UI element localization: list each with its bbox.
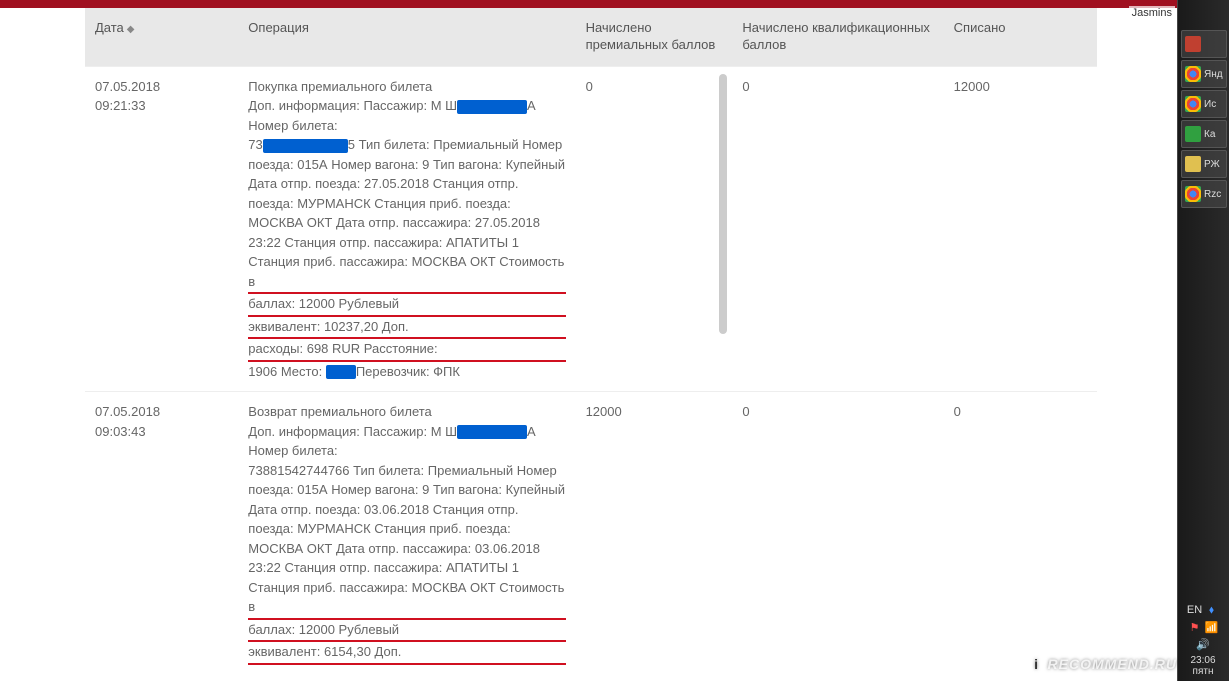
redacted-name [457,100,527,114]
chrome-icon [1185,186,1201,202]
red-underline [248,360,565,362]
taskbar-app[interactable]: Ка [1181,120,1227,148]
red-underline [248,292,565,294]
red-underline [248,663,565,665]
red-underline [248,337,565,339]
network-icon[interactable]: 📶 [1205,620,1219,634]
main-window: Jasmins Дата◆ Операция Начислено премиал… [0,0,1177,681]
red-underline [248,640,565,642]
header-date[interactable]: Дата◆ [85,8,238,66]
cell-operation: Возврат премиального билета Доп. информа… [238,392,575,675]
scrollbar[interactable] [717,74,729,664]
content-area: Дата◆ Операция Начислено премиальных бал… [0,8,1177,681]
tray-time[interactable]: 23:06 [1181,655,1225,666]
chrome-icon [1185,96,1201,112]
cell-operation: Покупка премиального билета Доп. информа… [238,66,575,392]
cell-qual: 0 [732,66,943,392]
cell-premium: 0 [576,66,733,392]
watermark-badge: i [1028,655,1046,673]
chrome-icon [1185,66,1201,82]
cell-debited: 12000 [944,66,1097,392]
scroll-thumb[interactable] [719,74,727,334]
bluetooth-icon[interactable]: ⬧ [1205,603,1219,617]
red-underline [248,315,565,317]
top-accent-bar [0,0,1177,8]
table-row: 07.05.2018 09:21:33 Покупка премиального… [85,66,1097,392]
table-row: 07.05.2018 09:03:43 Возврат премиального… [85,392,1097,675]
app-icon [1185,36,1201,52]
lang-indicator[interactable]: EN [1188,603,1202,617]
taskbar-app[interactable]: Ис [1181,90,1227,118]
tray-day: пятн [1181,666,1225,677]
taskbar-app[interactable] [1181,30,1227,58]
cell-date: 07.05.2018 09:03:43 [85,392,238,675]
volume-icon[interactable]: 🔊 [1196,637,1210,651]
table-header-row: Дата◆ Операция Начислено премиальных бал… [85,8,1097,66]
windows-taskbar: Янд Ис Ка РЖ Rzс EN ⬧ ⚑ 📶 🔊 23:06 пятн [1177,0,1229,681]
taskbar-app[interactable]: Rzс [1181,180,1227,208]
watermark: iRECOMMEND.RU [1028,655,1177,673]
browser-profile-name: Jasmins [1129,6,1175,20]
transactions-table: Дата◆ Операция Начислено премиальных бал… [85,8,1097,675]
redacted-name [457,425,527,439]
sort-icon: ◆ [127,24,135,35]
redacted-seat [326,365,356,379]
flag-icon[interactable]: ⚑ [1188,620,1202,634]
cell-date: 07.05.2018 09:21:33 [85,66,238,392]
taskbar-app[interactable]: РЖ [1181,150,1227,178]
taskbar-app[interactable]: Янд [1181,60,1227,88]
cell-debited: 0 [944,392,1097,675]
header-qual-points[interactable]: Начислено квалификационных баллов [732,8,943,66]
redacted-ticket [263,139,348,153]
header-operation[interactable]: Операция [238,8,575,66]
app-icon [1185,126,1201,142]
folder-icon [1185,156,1201,172]
system-tray: EN ⬧ ⚑ 📶 🔊 23:06 пятн [1177,599,1229,681]
cell-premium: 12000 [576,392,733,675]
red-underline [248,618,565,620]
header-premium-points[interactable]: Начислено премиальных баллов [576,8,733,66]
header-debited[interactable]: Списано [944,8,1097,66]
cell-qual: 0 [732,392,943,675]
